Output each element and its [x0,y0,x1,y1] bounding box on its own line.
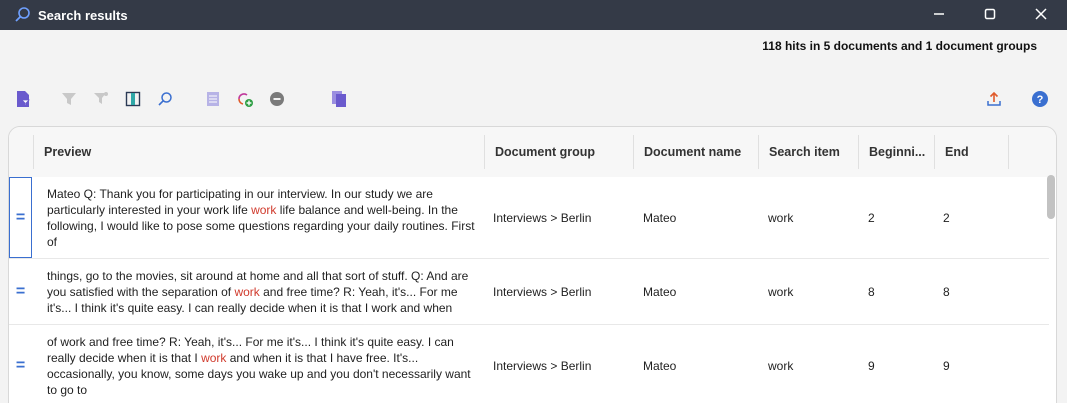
add-code-icon[interactable] [234,88,256,110]
end-cell: 2 [943,211,950,225]
filter-settings-icon[interactable] [90,88,112,110]
vertical-scrollbar[interactable] [1047,175,1055,219]
svg-text:?: ? [1037,94,1044,106]
row-marker[interactable]: = [9,325,32,403]
beginning-cell: 8 [868,285,875,299]
search-item-cell: work [768,211,794,225]
preview-text: things, go to the movies, sit around at … [47,269,469,315]
hit-highlight: work [201,351,227,365]
search-item-cell: work [768,359,794,373]
close-button[interactable] [1017,0,1065,30]
column-header-end[interactable]: End [934,135,1009,169]
preview-text: of work and free time? R: Yeah, it's... … [47,335,471,397]
close-icon [1035,7,1047,23]
help-icon[interactable]: ? [1029,88,1051,110]
table-row[interactable]: = Mateo Q: Thank you for participating i… [9,177,1049,259]
document-name-cell: Mateo [643,285,677,299]
document-name-cell: Mateo [643,359,677,373]
maximize-icon [984,8,996,23]
maximize-button[interactable] [966,0,1014,30]
beginning-cell: 9 [868,359,875,373]
hit-highlight: work [234,285,260,299]
document-group-cell: Interviews > Berlin [493,285,592,299]
window-title: Search results [38,8,128,23]
column-header-beginning[interactable]: Beginni... [858,135,934,169]
document-list-icon[interactable] [202,88,224,110]
filter-icon[interactable] [58,88,80,110]
minimize-icon [933,8,945,23]
document-group-cell: Interviews > Berlin [493,359,592,373]
column-header-search-item[interactable]: Search item [758,135,858,169]
column-header-document-group[interactable]: Document group [484,135,634,169]
end-cell: 8 [943,285,950,299]
remove-icon[interactable] [266,88,288,110]
table-row[interactable]: = of work and free time? R: Yeah, it's..… [9,325,1049,403]
column-header-preview[interactable]: Preview [33,135,485,169]
document-group-cell: Interviews > Berlin [493,211,592,225]
copy-documents-icon[interactable] [328,88,350,110]
preview-text: Mateo Q: Thank you for participating in … [47,187,475,249]
search-item-cell: work [768,285,794,299]
column-header-spacer [1008,135,1056,169]
title-bar: Search results [0,0,1067,30]
document-filter-icon[interactable] [12,88,34,110]
results-table: Preview Document group Document name Sea… [8,126,1057,403]
export-icon[interactable] [983,88,1005,110]
column-header-marker [9,135,33,169]
column-header-document-name[interactable]: Document name [633,135,758,169]
hit-highlight: work [251,203,277,217]
row-marker[interactable]: = [9,259,32,324]
hits-summary: 118 hits in 5 documents and 1 document g… [762,39,1037,53]
end-cell: 9 [943,359,950,373]
row-marker[interactable]: = [9,177,32,258]
table-row[interactable]: = things, go to the movies, sit around a… [9,259,1049,325]
columns-icon[interactable] [122,88,144,110]
search-icon [14,6,32,24]
beginning-cell: 2 [868,211,875,225]
document-name-cell: Mateo [643,211,677,225]
minimize-button[interactable] [915,0,963,30]
search-icon[interactable] [154,88,176,110]
table-header: Preview Document group Document name Sea… [9,127,1056,177]
